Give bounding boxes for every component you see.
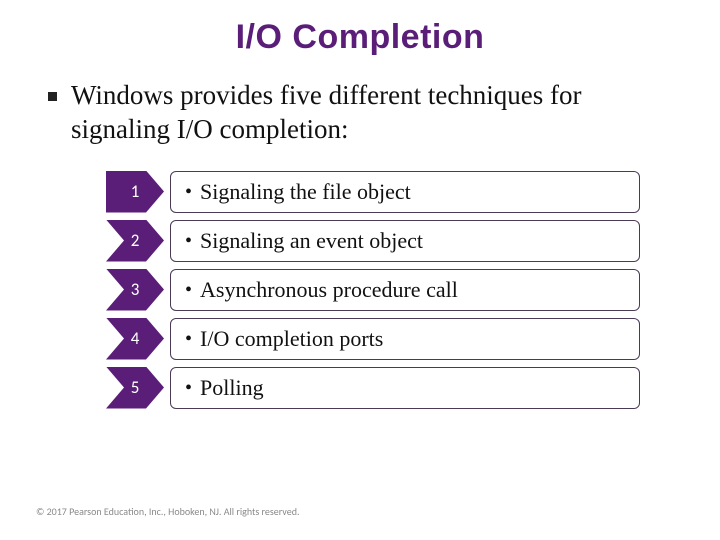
list-item: 3 • Asynchronous procedure call (106, 269, 640, 311)
bullet-dot-icon: • (185, 182, 192, 202)
list-item-pill: • Asynchronous procedure call (170, 269, 640, 311)
list-item-pill: • Signaling the file object (170, 171, 640, 213)
bullet-dot-icon: • (185, 329, 192, 349)
chevron-badge: 4 (106, 318, 164, 360)
list-item-pill: • Signaling an event object (170, 220, 640, 262)
chevron-badge: 2 (106, 220, 164, 262)
bullet-dot-icon: • (185, 231, 192, 251)
list-item-text: Signaling an event object (200, 228, 423, 254)
copyright-footer: © 2017 Pearson Education, Inc., Hoboken,… (36, 505, 299, 518)
bullet-square-icon (48, 92, 57, 101)
list-item-text: Signaling the file object (200, 179, 411, 205)
page-title: I/O Completion (36, 18, 684, 57)
intro-text: Windows provides five different techniqu… (71, 79, 680, 147)
bullet-dot-icon: • (185, 280, 192, 300)
list-item-text: Asynchronous procedure call (200, 277, 458, 303)
technique-list: 1 • Signaling the file object 2 • Signal… (36, 171, 684, 409)
chevron-badge: 5 (106, 367, 164, 409)
list-item: 5 • Polling (106, 367, 640, 409)
list-item-text: Polling (200, 375, 264, 401)
slide: I/O Completion Windows provides five dif… (0, 0, 720, 540)
list-item: 4 • I/O completion ports (106, 318, 640, 360)
intro-block: Windows provides five different techniqu… (36, 79, 684, 147)
chevron-badge: 3 (106, 269, 164, 311)
bullet-dot-icon: • (185, 378, 192, 398)
list-item-pill: • Polling (170, 367, 640, 409)
list-item-text: I/O completion ports (200, 326, 383, 352)
chevron-badge: 1 (106, 171, 164, 213)
list-item: 2 • Signaling an event object (106, 220, 640, 262)
list-item: 1 • Signaling the file object (106, 171, 640, 213)
list-item-pill: • I/O completion ports (170, 318, 640, 360)
